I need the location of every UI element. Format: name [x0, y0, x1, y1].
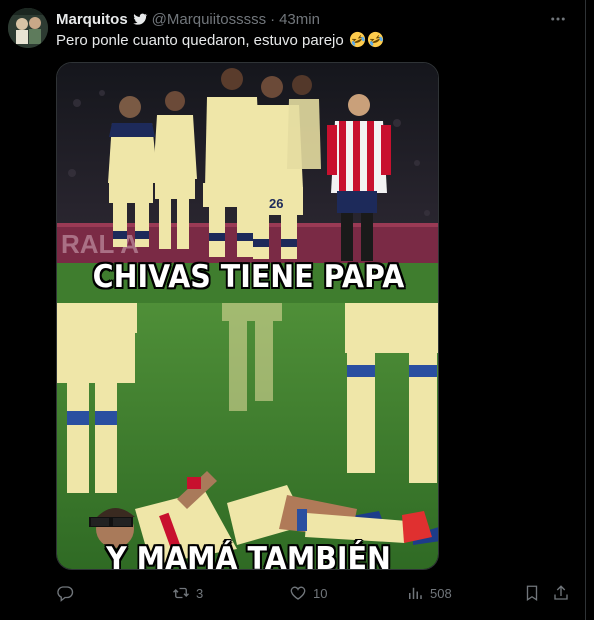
player-lying-photo — [57, 303, 438, 569]
author-name[interactable]: Marquitos — [56, 11, 128, 28]
reply-button[interactable] — [56, 582, 74, 604]
share-button[interactable] — [552, 582, 570, 604]
rolling-on-floor-laughing-icon — [349, 31, 365, 48]
retweet-button[interactable]: 3 — [172, 582, 203, 604]
twitter-bird-icon — [133, 13, 148, 25]
retweet-count: 3 — [196, 585, 204, 601]
bookmark-icon — [526, 585, 538, 602]
meme-bottom-caption: Y MAMÁ TAMBIÉN — [106, 541, 391, 570]
meme-image[interactable]: RAL A 26 CHIVAS TIENE PAPA Y MAMÁ TAMBIÉ… — [56, 62, 439, 570]
views-button[interactable]: 508 — [406, 582, 452, 604]
retweet-icon — [173, 587, 189, 599]
ellipsis-icon — [551, 17, 565, 21]
meme-bottom-panel: Y MAMÁ TAMBIÉN — [57, 303, 438, 570]
share-icon — [554, 585, 568, 600]
tweet[interactable]: Marquitos @Marquiitosssss · 43min Pero p… — [0, 0, 586, 620]
bookmark-button[interactable] — [523, 582, 541, 604]
meme-top-caption: CHIVAS TIENE PAPA — [92, 259, 405, 295]
tweet-text: Pero ponle cuanto quedaron, estuvo parej… — [56, 31, 384, 51]
heart-icon — [290, 586, 306, 600]
avatar[interactable] — [8, 8, 48, 48]
views-icon — [409, 587, 422, 599]
like-button[interactable]: 10 — [289, 582, 327, 604]
meme-top-panel: RAL A 26 CHIVAS TIENE PAPA — [57, 63, 438, 303]
tweet-text-body: Pero ponle cuanto quedaron, estuvo parej… — [56, 32, 344, 49]
separator-dot: · — [270, 10, 276, 28]
reply-icon — [57, 586, 74, 602]
more-options-button[interactable] — [547, 8, 569, 30]
rolling-on-floor-laughing-icon — [367, 31, 383, 48]
views-count: 508 — [430, 585, 452, 601]
timestamp[interactable]: 43min — [279, 11, 320, 28]
author-handle[interactable]: @Marquiitosssss — [152, 11, 266, 28]
tweet-actions: 3 10 508 — [56, 582, 576, 604]
like-count: 10 — [313, 585, 328, 601]
svg-text:26: 26 — [269, 196, 283, 211]
tweet-header: Marquitos @Marquiitosssss · 43min — [56, 9, 571, 29]
svg-text:RAL A: RAL A — [61, 229, 139, 259]
